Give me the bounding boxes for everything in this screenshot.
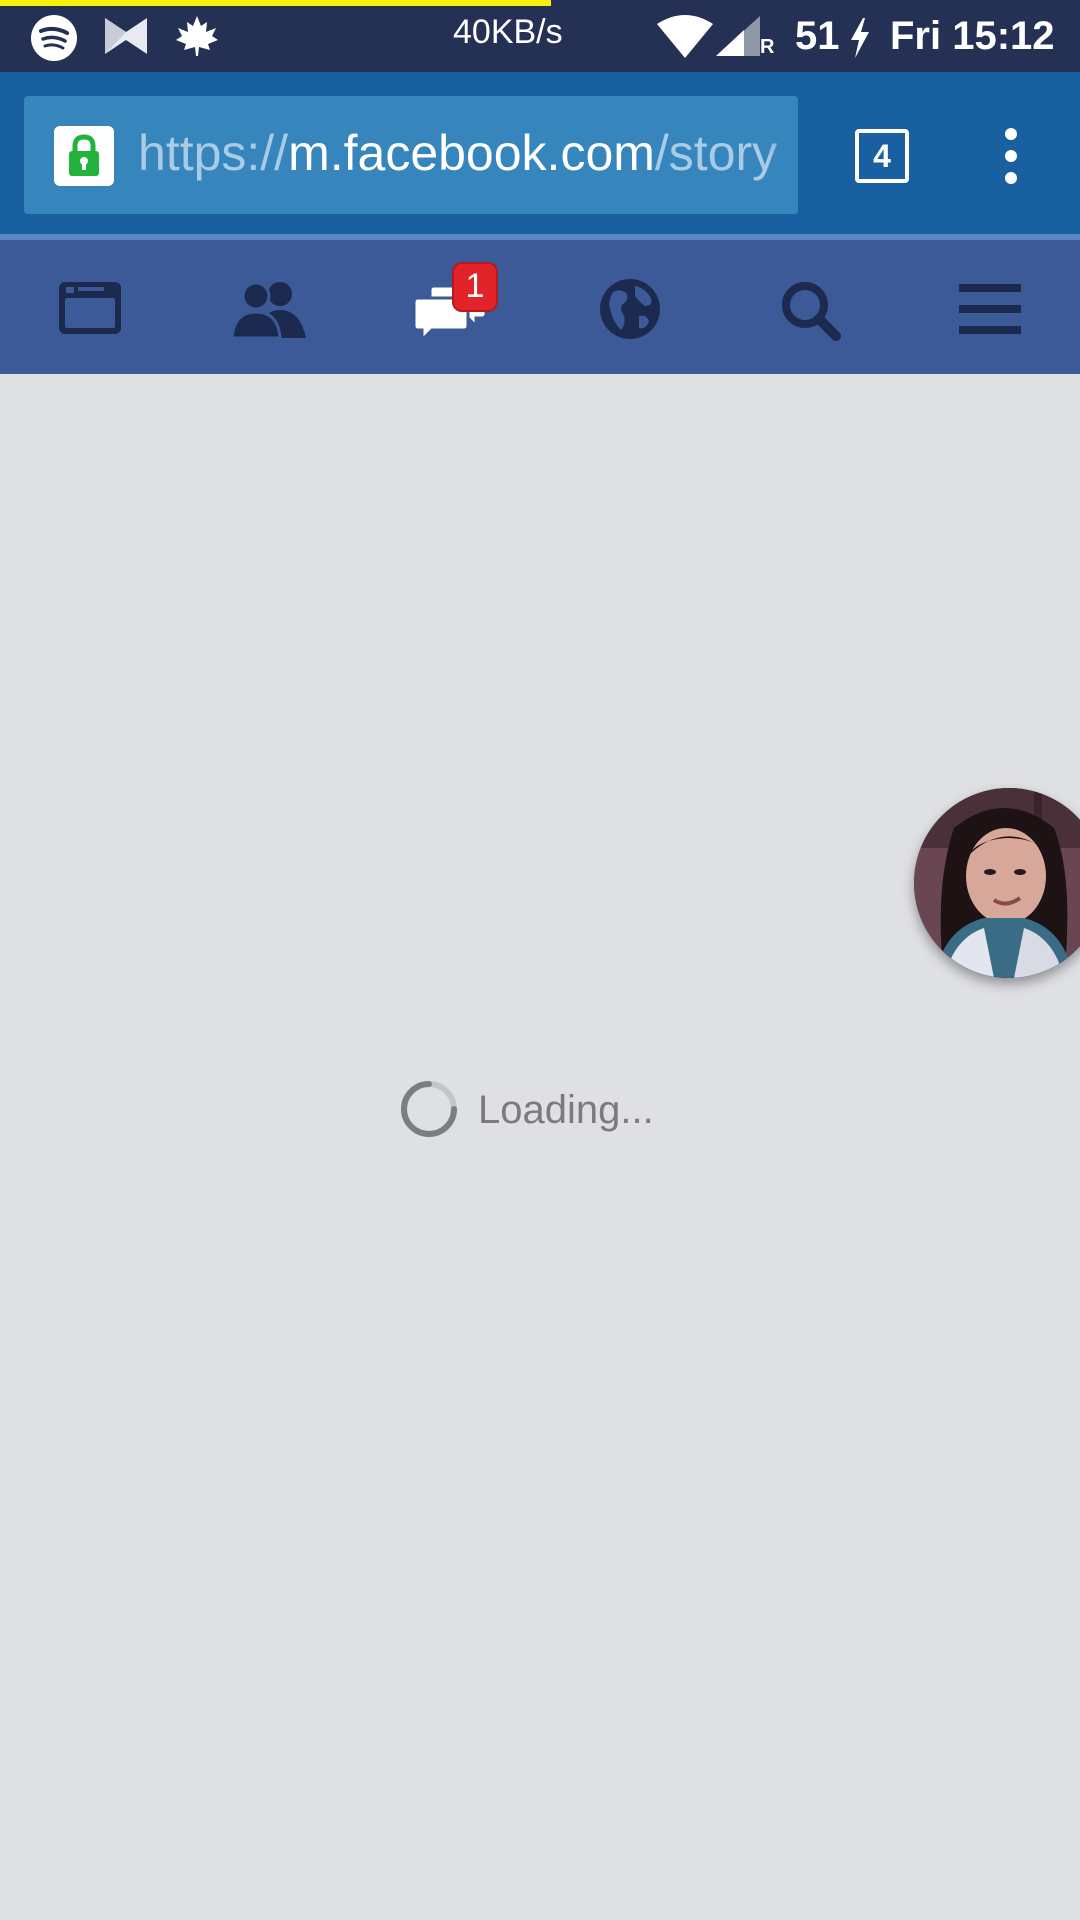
bowtie-app-icon [105, 18, 147, 54]
spotify-icon [31, 15, 77, 61]
globe-icon [600, 279, 660, 339]
messages-badge: 1 [452, 262, 498, 312]
wifi-icon [657, 15, 713, 58]
clock: Fri 15:12 [890, 14, 1055, 58]
facebook-nav-bar [0, 240, 1080, 374]
lock-icon[interactable] [54, 126, 114, 186]
nav-notifications[interactable] [540, 240, 720, 374]
nav-friend-requests[interactable] [180, 240, 360, 374]
url-path: /story [654, 125, 778, 181]
loading-text: Loading... [478, 1088, 654, 1132]
url-host: m.facebook.com [288, 125, 655, 181]
tab-switcher-button[interactable]: 4 [855, 129, 909, 183]
status-bar: 40KB/s R 51 Fri 15:12 [0, 0, 1080, 72]
nav-news-feed[interactable] [0, 240, 180, 374]
page-content [0, 374, 1080, 1920]
url-scheme: https:// [138, 125, 289, 181]
battery-level: 51 [795, 14, 840, 58]
url-text: https://m.facebook.com/story [138, 122, 777, 184]
nav-messages[interactable] [360, 240, 540, 374]
network-speed: 40KB/s [453, 13, 563, 51]
url-fade [768, 96, 798, 214]
spinner-icon [401, 1081, 457, 1137]
hamburger-menu-icon [959, 284, 1021, 334]
nav-search[interactable] [720, 240, 900, 374]
maple-leaf-icon [176, 16, 218, 56]
page-load-progress-bar [0, 0, 551, 6]
friends-icon [232, 281, 306, 338]
overflow-menu-icon[interactable] [996, 127, 1026, 185]
browser-toolbar: https://m.facebook.com/story [0, 72, 1080, 234]
cellular-signal-icon [716, 16, 760, 56]
news-feed-icon [59, 282, 121, 334]
roaming-indicator: R [760, 36, 775, 58]
url-bar[interactable]: https://m.facebook.com/story [24, 96, 798, 214]
charging-bolt-icon [851, 18, 869, 58]
nav-menu[interactable] [900, 240, 1080, 374]
search-icon [782, 282, 841, 341]
